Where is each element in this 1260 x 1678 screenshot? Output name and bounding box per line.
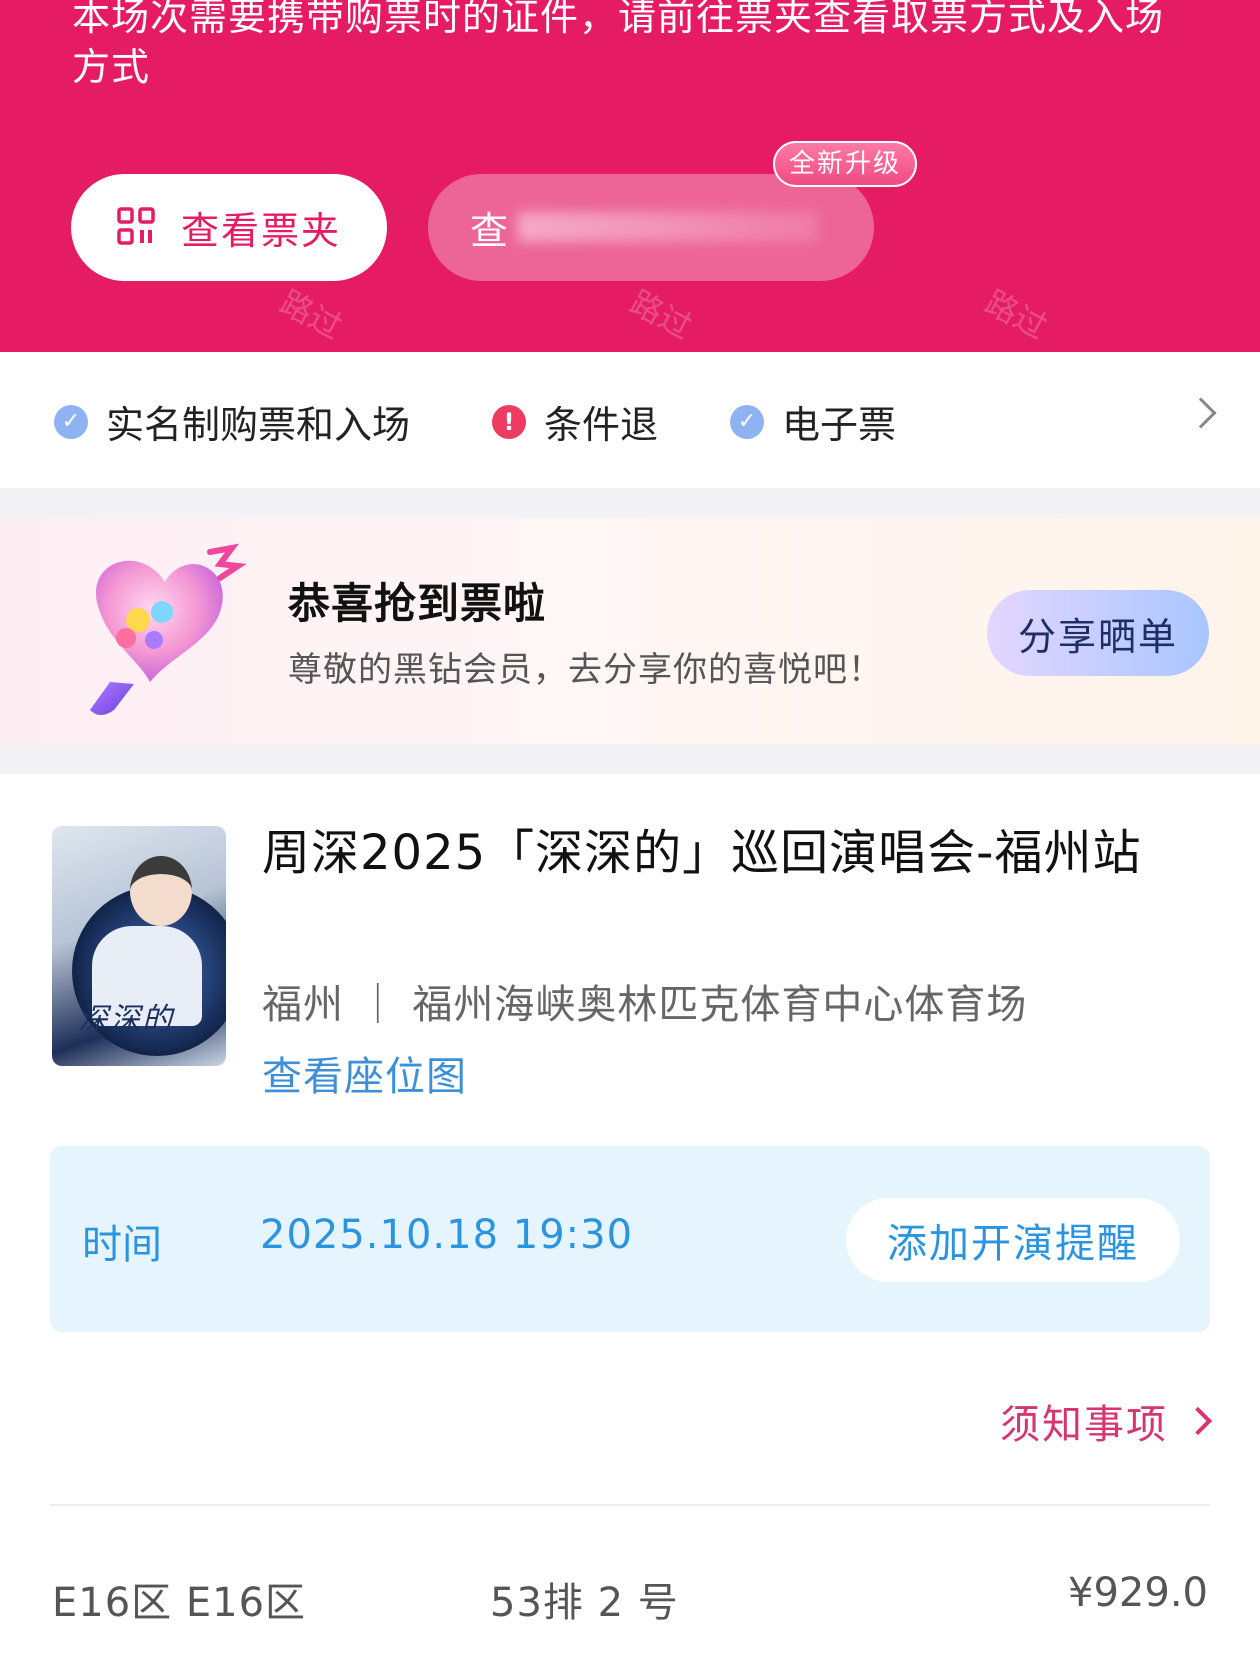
- check-icon: ✓: [730, 404, 764, 439]
- divider: [50, 1504, 1210, 1506]
- poster-art: [130, 856, 192, 926]
- ticket-price: ¥929.0: [1068, 1570, 1208, 1616]
- congrats-subtitle: 尊敬的黑钻会员，去分享你的喜悦吧！: [288, 650, 883, 690]
- feature-e-ticket: ✓ 电子票: [730, 394, 896, 449]
- poster-title: 深深的: [78, 1002, 174, 1037]
- ticket-seat: 53排 2 号: [490, 1580, 679, 1626]
- event-venue: 福州 ｜ 福州海峡奥林匹克体育中心体育场: [262, 982, 1028, 1028]
- feature-label: 条件退: [544, 403, 659, 447]
- watermark: 路过: [978, 282, 1054, 347]
- notice-label: 须知事项: [1000, 1402, 1168, 1448]
- share-order-button[interactable]: 分享晒单: [987, 590, 1209, 676]
- secondary-action-label: 查: [470, 209, 509, 253]
- ticket-zone: E16区 E16区: [52, 1580, 307, 1626]
- blurred-text: [518, 212, 818, 242]
- ticket-features-row[interactable]: ✓ 实名制购票和入场 ! 条件退 ✓ 电子票: [0, 352, 1260, 488]
- new-upgrade-badge: 全新升级: [773, 141, 918, 187]
- congrats-title: 恭喜抢到票啦: [288, 579, 547, 628]
- notice-link[interactable]: 须知事项: [1000, 1392, 1213, 1450]
- view-seat-map-link[interactable]: 查看座位图: [262, 1044, 467, 1102]
- add-reminder-button[interactable]: 添加开演提醒: [846, 1198, 1180, 1282]
- feature-label: 实名制购票和入场: [106, 403, 411, 447]
- watermark: 路过: [273, 282, 349, 347]
- event-title: 周深2025「深深的」巡回演唱会-福州站: [262, 825, 1142, 881]
- congrats-card: 恭喜抢到票啦 尊敬的黑钻会员，去分享你的喜悦吧！ 分享晒单: [0, 518, 1260, 744]
- view-ticket-wallet-button[interactable]: 查看票夹: [71, 174, 387, 281]
- feature-label: 电子票: [782, 403, 897, 447]
- secondary-action-button[interactable]: 查: [428, 174, 874, 281]
- pickup-banner: 路过 路过 路过 本场次需要携带购票时的证件，请前往票夹查看取票方式及入场方式 …: [0, 0, 1260, 352]
- section-separator: [0, 744, 1260, 774]
- grid-icon: [117, 206, 155, 249]
- lightstick-icon: [70, 542, 250, 722]
- chevron-right-icon: [1185, 397, 1217, 429]
- show-time-box: 时间 2025.10.18 19:30 添加开演提醒: [50, 1146, 1210, 1332]
- time-label: 时间: [82, 1222, 162, 1268]
- feature-conditional-refund: ! 条件退: [492, 394, 658, 449]
- check-icon: ✓: [54, 404, 88, 439]
- section-separator: [0, 488, 1260, 518]
- warning-icon: !: [492, 404, 526, 439]
- feature-real-name: ✓ 实名制购票和入场: [54, 394, 410, 449]
- order-detail-page: 路过 路过 路过 本场次需要携带购票时的证件，请前往票夹查看取票方式及入场方式 …: [0, 0, 1260, 1678]
- pickup-note: 本场次需要携带购票时的证件，请前往票夹查看取票方式及入场方式: [72, 0, 1165, 89]
- show-time-value: 2025.10.18 19:30: [260, 1212, 634, 1258]
- view-ticket-wallet-label: 查看票夹: [180, 209, 341, 253]
- chevron-right-icon: [1183, 1406, 1213, 1436]
- watermark: 路过: [623, 282, 699, 347]
- event-poster[interactable]: 深深的: [52, 826, 226, 1066]
